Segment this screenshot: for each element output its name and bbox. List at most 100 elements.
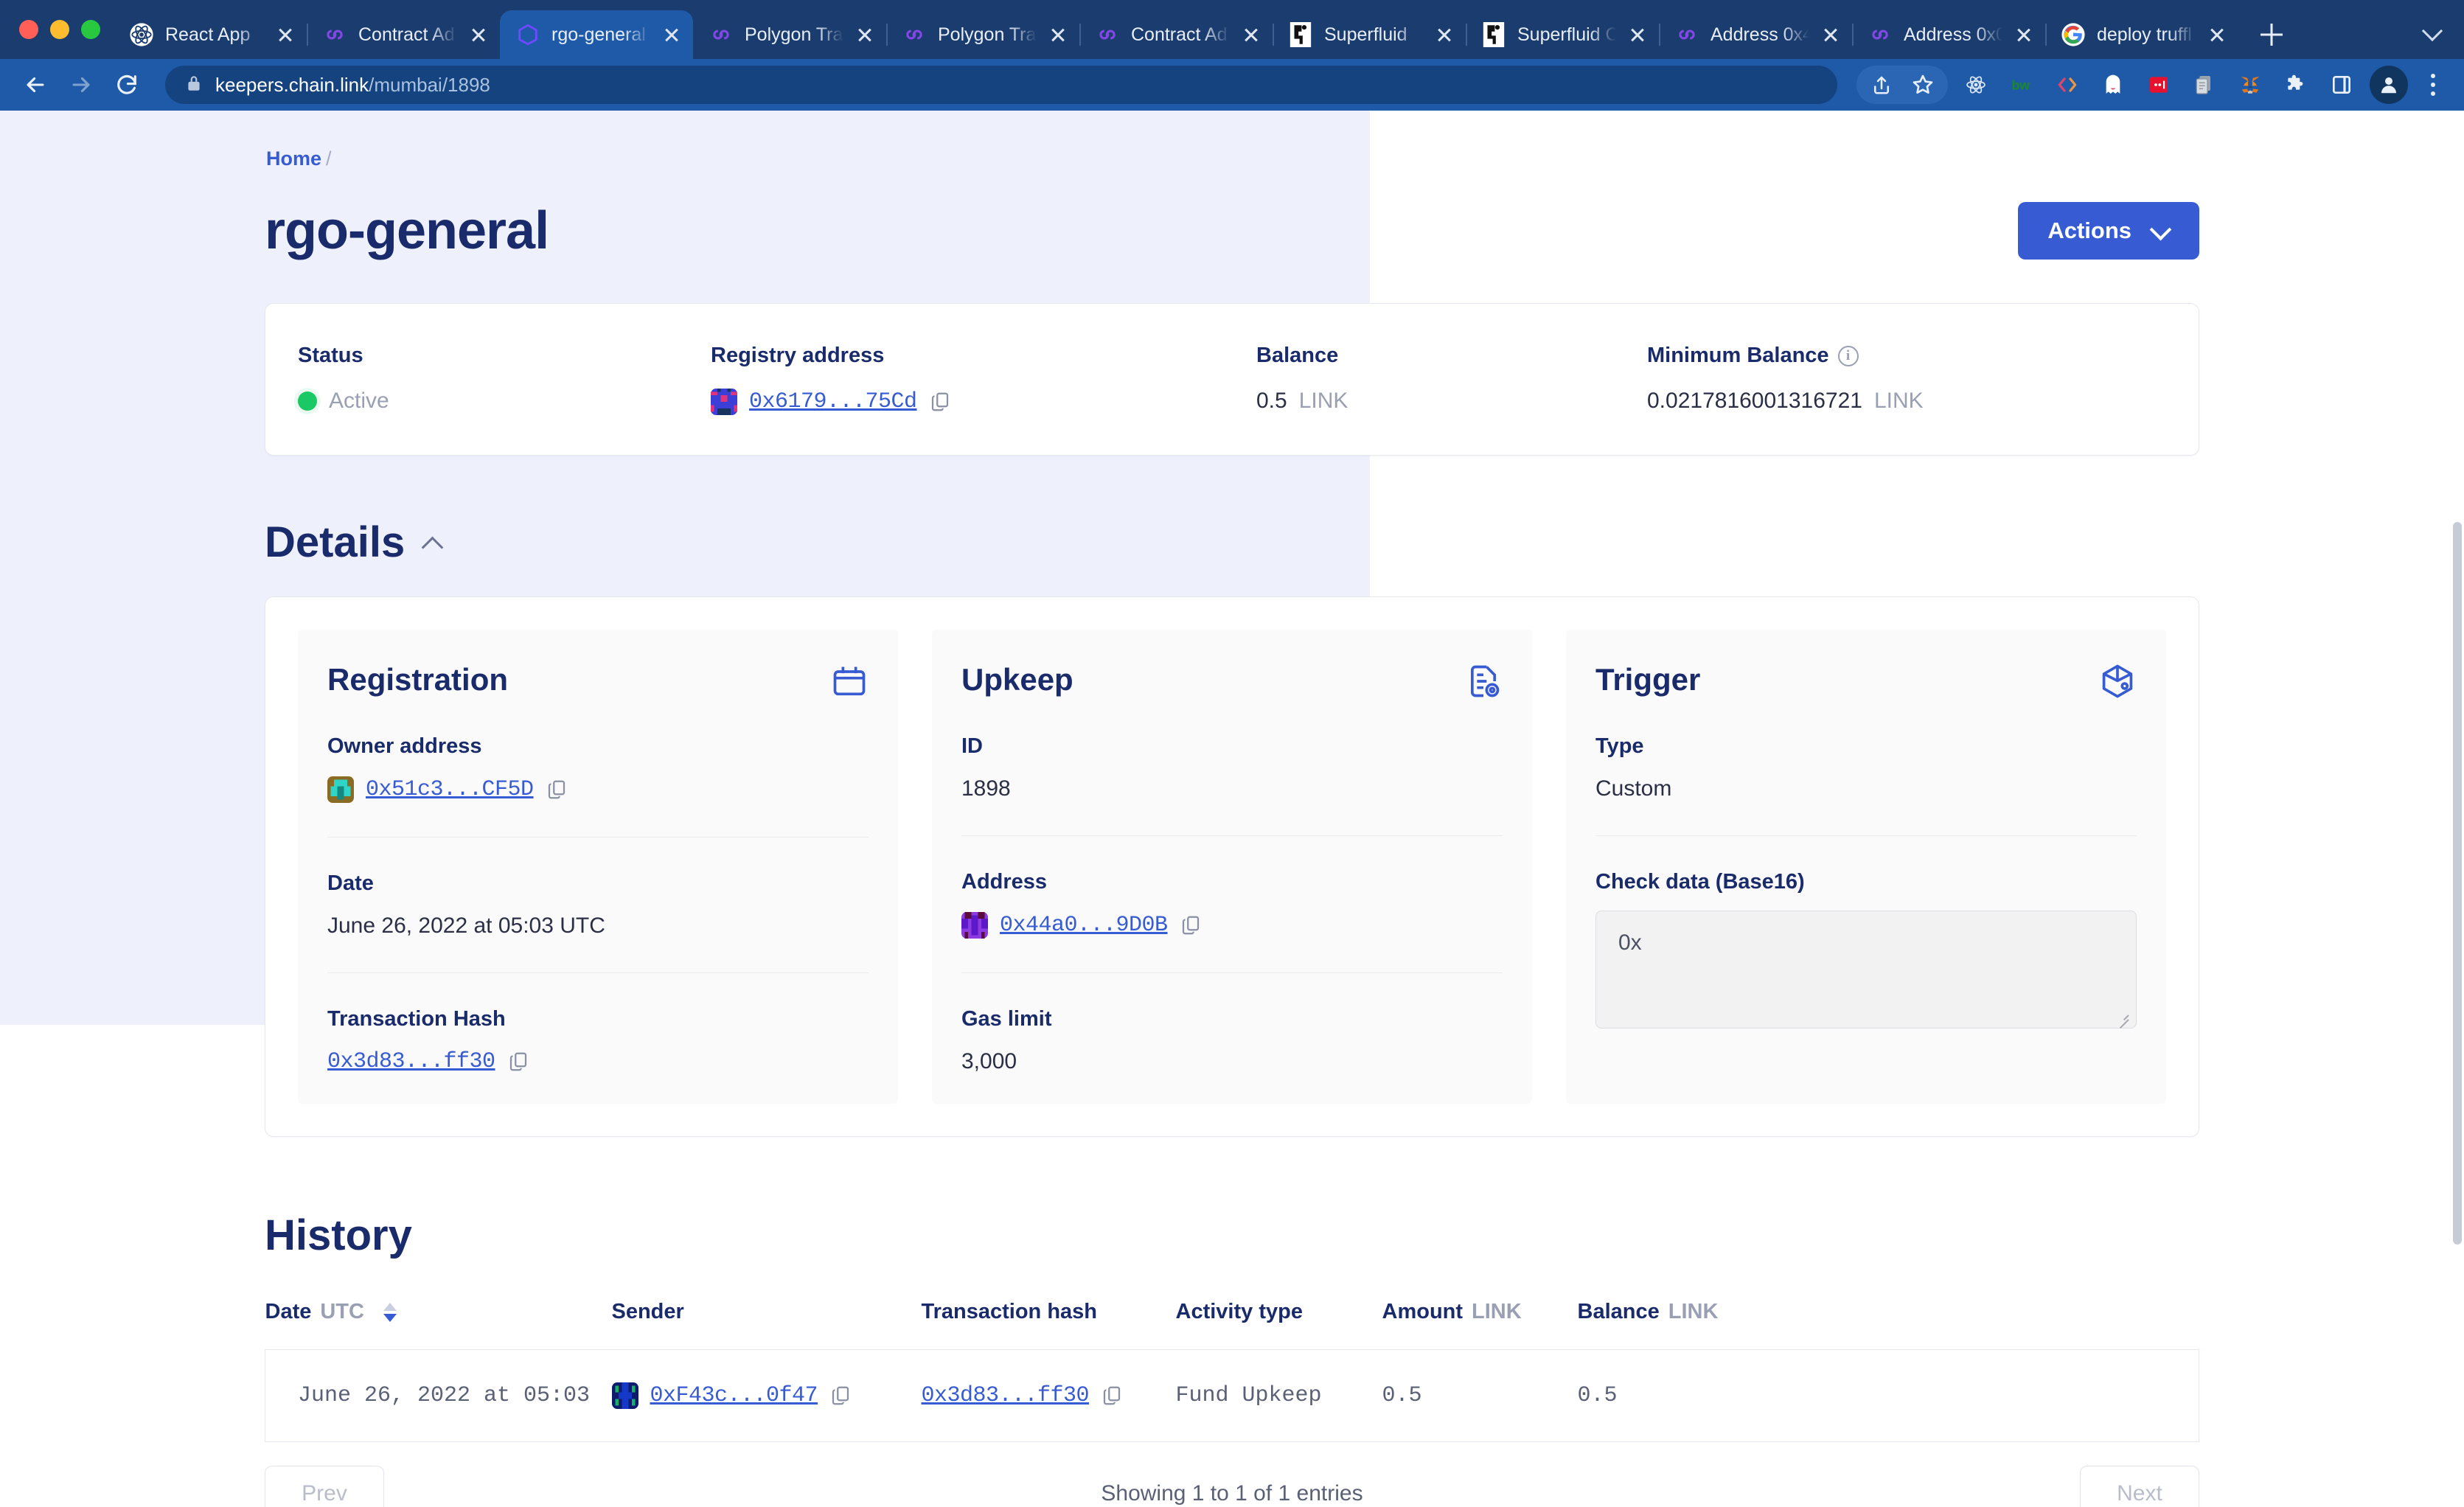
copy-icon[interactable]	[829, 1385, 852, 1407]
profile-avatar[interactable]	[2370, 66, 2408, 104]
upkeep-address-value-row: 0x44a0...9D0B	[961, 912, 1503, 939]
maximize-window-button[interactable]	[81, 20, 100, 39]
code-icon[interactable]	[2050, 67, 2085, 102]
browser-tab-rgo-general[interactable]: rgo-general	[500, 10, 693, 59]
history-header-row: Date UTC Sender Transaction hash Activity…	[265, 1300, 2199, 1350]
status-label: Status	[298, 344, 363, 367]
copy-icon[interactable]	[1101, 1385, 1123, 1407]
prev-page-button[interactable]: Prev	[265, 1466, 384, 1507]
bitwarden-icon[interactable]: bw	[2004, 67, 2039, 102]
close-tab-icon[interactable]	[1626, 24, 1649, 46]
close-tab-icon[interactable]	[1820, 24, 1842, 46]
registry-address-link[interactable]: 0x6179...75Cd	[749, 389, 917, 414]
upkeep-title: Upkeep	[961, 662, 1073, 697]
close-tab-icon[interactable]	[2013, 24, 2035, 46]
upkeep-panel: Upkeep ID 1898 Address 0x44a0...9D0B Gas…	[932, 630, 1532, 1104]
minimum-balance-unit: LINK	[1873, 389, 1924, 413]
side-panel-icon[interactable]	[2324, 67, 2359, 102]
browser-tab-contract-address-1[interactable]: Contract Ad	[307, 10, 500, 59]
new-tab-button[interactable]	[2247, 10, 2296, 59]
browser-tab-superfluid-1[interactable]: Superfluid	[1273, 10, 1466, 59]
close-tab-icon[interactable]	[1047, 24, 1069, 46]
react-devtools-icon[interactable]	[1958, 67, 1994, 102]
copy-icon[interactable]	[546, 779, 568, 801]
column-header-activity-type[interactable]: Activity type	[1176, 1300, 1382, 1350]
page-scrollbar[interactable]	[2451, 221, 2464, 1507]
next-page-button[interactable]: Next	[2079, 1466, 2199, 1507]
chevron-up-icon[interactable]	[420, 531, 443, 554]
close-tab-icon[interactable]	[854, 24, 876, 46]
close-tab-icon[interactable]	[467, 24, 490, 46]
address-bar[interactable]: keepers.chain.link/mumbai/1898	[165, 66, 1837, 104]
metamask-icon[interactable]	[2232, 67, 2268, 102]
back-button[interactable]	[16, 66, 55, 104]
balance-label: Balance	[1256, 344, 1339, 367]
share-icon[interactable]	[1864, 67, 1899, 102]
address-bar-url: keepers.chain.link/mumbai/1898	[215, 74, 490, 97]
info-icon[interactable]: i	[1837, 345, 1859, 366]
check-data-textarea[interactable]: 0x	[1595, 911, 2137, 1029]
bookmark-star-icon[interactable]	[1905, 67, 1941, 102]
actions-button[interactable]: Actions	[2018, 202, 2199, 260]
browser-toolbar: keepers.chain.link/mumbai/1898 bw	[0, 59, 2464, 111]
copy-icon[interactable]	[1180, 914, 1202, 936]
close-tab-icon[interactable]	[2206, 24, 2228, 46]
browser-tab-deploy-truffle[interactable]: deploy truffl	[2045, 10, 2238, 59]
puzzle-extensions-icon[interactable]	[2278, 67, 2314, 102]
sender-address-link[interactable]: 0xF43c...0f47	[650, 1383, 818, 1408]
column-header-date[interactable]: Date UTC	[265, 1300, 612, 1350]
trigger-title: Trigger	[1595, 662, 1701, 697]
tab-title: Polygon Tra	[745, 24, 843, 45]
details-section-header: Details	[265, 518, 2199, 567]
scrollbar-thumb[interactable]	[2453, 522, 2462, 1245]
cell-amount: 0.5	[1382, 1349, 1578, 1442]
polygonscan-icon	[901, 21, 928, 48]
browser-menu-icon[interactable]	[2418, 67, 2448, 102]
forward-button[interactable]	[62, 66, 100, 104]
column-header-sender[interactable]: Sender	[612, 1300, 922, 1350]
recorder-icon[interactable]	[2141, 67, 2176, 102]
upkeep-id-field: ID 1898	[961, 700, 1503, 801]
balance-value: 0.5	[1256, 389, 1287, 413]
browser-tab-address-0x4[interactable]: Address 0x4	[1659, 10, 1852, 59]
page-title: rgo-general	[265, 201, 549, 260]
column-header-balance[interactable]: Balance LINK	[1578, 1300, 2199, 1350]
history-table: Date UTC Sender Transaction hash Activity…	[265, 1300, 2199, 1442]
registry-address-value-row: 0x6179...75Cd	[711, 389, 1256, 415]
browser-tab-superfluid-2[interactable]: Superfluid C	[1466, 10, 1659, 59]
close-window-button[interactable]	[19, 20, 38, 39]
minimize-window-button[interactable]	[50, 20, 69, 39]
close-tab-icon[interactable]	[1433, 24, 1455, 46]
upkeep-address-link[interactable]: 0x44a0...9D0B	[1000, 913, 1168, 938]
owner-address-link[interactable]: 0x51c3...CF5D	[366, 777, 534, 802]
polygonscan-icon	[708, 21, 734, 48]
resize-handle-icon[interactable]	[2114, 1007, 2130, 1023]
browser-tab-polygon-transaction-2[interactable]: Polygon Tra	[886, 10, 1079, 59]
docs-icon[interactable]	[2187, 67, 2222, 102]
transaction-hash-link[interactable]: 0x3d83...ff30	[327, 1049, 495, 1074]
cell-sender: 0xF43c...0f47	[611, 1349, 922, 1442]
browser-tab-contract-address-2[interactable]: Contract Ad	[1079, 10, 1273, 59]
ghost-icon[interactable]	[2095, 67, 2131, 102]
copy-icon[interactable]	[929, 391, 951, 413]
breadcrumb: Home /	[265, 140, 2199, 170]
sort-indicator-descending-icon[interactable]	[383, 1303, 397, 1323]
column-header-transaction-hash[interactable]: Transaction hash	[922, 1300, 1176, 1350]
tab-search-chevron-down-icon[interactable]	[2420, 17, 2445, 42]
cell-date: June 26, 2022 at 05:03	[265, 1349, 612, 1442]
gas-limit-label: Gas limit	[961, 1007, 1052, 1031]
column-header-amount[interactable]: Amount LINK	[1382, 1300, 1578, 1350]
breadcrumb-home-link[interactable]: Home	[266, 147, 321, 170]
polygonscan-icon	[1094, 21, 1121, 48]
blockie-avatar	[961, 912, 988, 939]
browser-tab-address-0x0[interactable]: Address 0x0	[1852, 10, 2045, 59]
browser-tab-react-app[interactable]: React App	[114, 10, 307, 59]
blockie-avatar	[327, 776, 354, 803]
transaction-hash-link[interactable]: 0x3d83...ff30	[922, 1383, 1090, 1408]
browser-tab-polygon-transaction-1[interactable]: Polygon Tra	[693, 10, 886, 59]
close-tab-icon[interactable]	[1240, 24, 1262, 46]
reload-button[interactable]	[108, 66, 146, 104]
close-tab-icon[interactable]	[274, 24, 296, 46]
copy-icon[interactable]	[507, 1051, 529, 1073]
close-tab-icon[interactable]	[661, 24, 683, 46]
